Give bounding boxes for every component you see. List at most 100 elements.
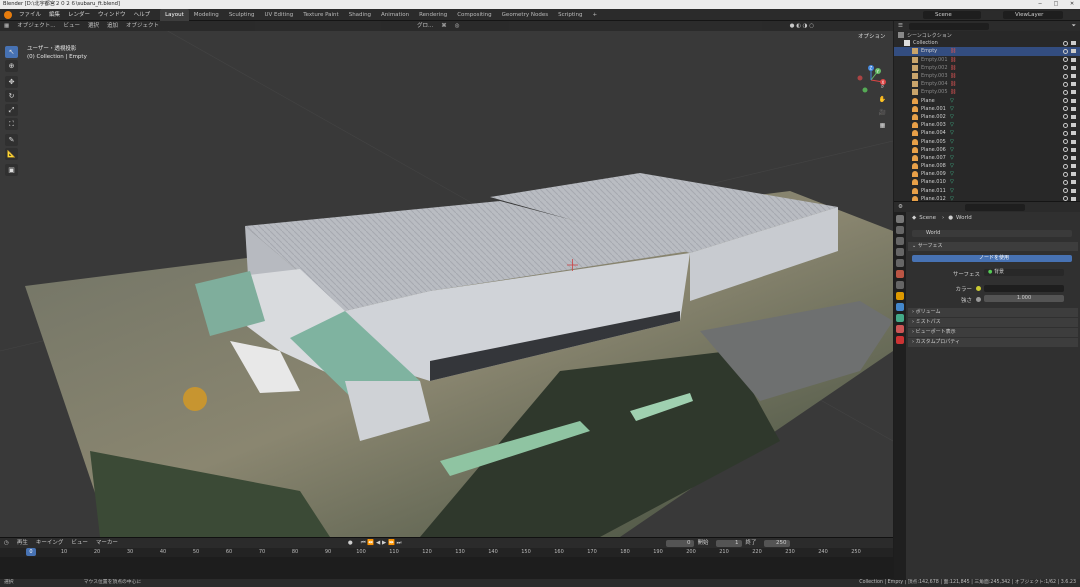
record-icon[interactable]: ● (344, 538, 357, 548)
outliner-item[interactable]: Empty ⛓ (894, 47, 1080, 56)
view-menu[interactable]: ビュー (59, 21, 84, 31)
render-camera-icon[interactable] (1071, 41, 1076, 46)
collection-row[interactable]: Collection (894, 39, 1080, 47)
outliner-search-input[interactable] (908, 22, 989, 30)
world-datablock-field[interactable]: World (912, 230, 1072, 237)
tab-sculpting[interactable]: Sculpting (224, 9, 260, 21)
view-layer-tab-icon[interactable] (896, 248, 904, 256)
render-camera-icon[interactable] (1071, 164, 1076, 169)
keying-menu[interactable]: キーイング (32, 538, 68, 548)
render-camera-icon[interactable] (1071, 139, 1076, 144)
3d-viewport[interactable]: ▦ オブジェクト... ビュー 選択 追加 オブジェクト グロ... ⌘ ◎ ●… (0, 21, 893, 537)
outliner-item[interactable]: Plane.004 ▽ (894, 129, 1080, 137)
outliner-item[interactable]: Empty.004 ⛓ (894, 80, 1080, 88)
scale-tool-icon[interactable]: ⤢ (5, 104, 18, 116)
add-workspace-button[interactable]: + (588, 9, 603, 21)
outliner-item[interactable]: Plane.009 ▽ (894, 170, 1080, 178)
timeline[interactable]: ◷ 再生 キーイング ビュー マーカー ● ⏮ ⏪ ◀ ▶ ⏩ ⏭ 0 開始 1… (0, 537, 893, 579)
visibility-eye-icon[interactable] (1063, 139, 1068, 145)
render-camera-icon[interactable] (1071, 147, 1076, 152)
visibility-eye-icon[interactable] (1063, 81, 1068, 87)
mist-pass-panel-header[interactable]: › ミストパス (908, 318, 1078, 327)
visibility-eye-icon[interactable] (1063, 179, 1068, 185)
output-tab-icon[interactable] (896, 237, 904, 245)
add-menu[interactable]: 追加 (103, 21, 122, 31)
tab-shading[interactable]: Shading (344, 9, 376, 21)
move-tool-icon[interactable]: ✥ (5, 76, 18, 88)
render-camera-icon[interactable] (1071, 82, 1076, 87)
menu-render[interactable]: レンダー (64, 9, 94, 21)
color-socket-icon[interactable] (976, 286, 981, 291)
playback-menu[interactable]: 再生 (13, 538, 32, 548)
strength-field[interactable]: 1.000 (984, 295, 1064, 302)
color-swatch[interactable] (984, 285, 1064, 292)
render-camera-icon[interactable] (1071, 65, 1076, 70)
physics-tab-icon[interactable] (896, 314, 904, 322)
editor-type-icon[interactable]: ▦ (0, 21, 13, 31)
outliner-item[interactable]: Plane.002 ▽ (894, 113, 1080, 121)
menu-window[interactable]: ウィンドウ (94, 9, 130, 21)
properties-editor[interactable]: ⚙ ◆ Scene › ● World World ⌄ サーフェス ノードを使用… (894, 201, 1080, 580)
visibility-eye-icon[interactable] (1063, 122, 1068, 128)
select-menu[interactable]: 選択 (84, 21, 103, 31)
outliner-item[interactable]: Empty.003 ⛓ (894, 72, 1080, 80)
tab-rendering[interactable]: Rendering (414, 9, 452, 21)
viewport-shading-icons[interactable]: ● ◐ ◑ ○ (786, 21, 818, 31)
end-frame-field[interactable]: 250 (763, 539, 790, 547)
start-frame-field[interactable]: 1 (715, 539, 742, 547)
render-camera-icon[interactable] (1071, 49, 1076, 54)
collection-tab-icon[interactable] (896, 281, 904, 289)
tab-layout[interactable]: Layout (160, 8, 189, 21)
outliner-item[interactable]: Empty.005 ⛓ (894, 88, 1080, 96)
timeline-editor-icon[interactable]: ◷ (0, 538, 13, 548)
tab-texture-paint[interactable]: Texture Paint (298, 9, 344, 21)
menu-help[interactable]: ヘルプ (130, 9, 155, 21)
maximize-button[interactable]: □ (1048, 0, 1064, 9)
viewport-display-panel-header[interactable]: › ビューポート表示 (908, 328, 1078, 337)
filter-icon[interactable]: ⏷ (1072, 23, 1080, 30)
outliner-item[interactable]: Plane.006 ▽ (894, 146, 1080, 154)
visibility-eye-icon[interactable] (1063, 57, 1068, 63)
render-camera-icon[interactable] (1071, 114, 1076, 119)
outliner-item[interactable]: Plane.005 ▽ (894, 137, 1080, 145)
visibility-eye-icon[interactable] (1063, 106, 1068, 112)
tab-geometry-nodes[interactable]: Geometry Nodes (497, 9, 553, 21)
outliner-item[interactable]: Plane.010 ▽ (894, 178, 1080, 186)
strength-socket-icon[interactable] (976, 297, 981, 302)
render-camera-icon[interactable] (1071, 106, 1076, 111)
menu-file[interactable]: ファイル (15, 9, 45, 21)
blender-logo-icon[interactable] (4, 10, 12, 19)
surface-panel-header[interactable]: ⌄ サーフェス (908, 242, 1078, 251)
object-menu[interactable]: オブジェクト (122, 21, 163, 31)
annotate-tool-icon[interactable]: ✎ (5, 134, 18, 146)
playhead[interactable]: 0 (26, 548, 36, 556)
properties-search-input[interactable] (964, 203, 1025, 211)
snap-icon[interactable]: ⌘ (437, 21, 451, 31)
current-frame-field[interactable]: 0 (665, 539, 694, 547)
visibility-eye-icon[interactable] (1063, 188, 1068, 194)
tab-modeling[interactable]: Modeling (189, 9, 224, 21)
modifier-tab-icon[interactable] (896, 303, 904, 311)
properties-editor-icon[interactable]: ⚙ (898, 204, 903, 210)
tool-tab-icon[interactable] (896, 215, 904, 223)
constraints-tab-icon[interactable] (896, 325, 904, 333)
view-layer-selector[interactable]: ViewLayer (1003, 11, 1063, 19)
outliner-item[interactable]: Plane.008 ▽ (894, 162, 1080, 170)
render-camera-icon[interactable] (1071, 172, 1076, 177)
texture-tab-icon[interactable] (896, 336, 904, 344)
tab-compositing[interactable]: Compositing (452, 9, 496, 21)
visibility-eye-icon[interactable] (1063, 40, 1068, 46)
render-camera-icon[interactable] (1071, 90, 1076, 95)
outliner-editor-icon[interactable]: ☰ (898, 23, 903, 29)
render-tab-icon[interactable] (896, 226, 904, 234)
outliner-item[interactable]: Plane.011 ▽ (894, 187, 1080, 195)
render-camera-icon[interactable] (1071, 188, 1076, 193)
visibility-eye-icon[interactable] (1063, 89, 1068, 95)
visibility-eye-icon[interactable] (1063, 163, 1068, 169)
select-tool-icon[interactable]: ↖ (5, 46, 18, 58)
scene-selector[interactable]: Scene (923, 11, 981, 19)
minimize-button[interactable]: ─ (1032, 0, 1048, 9)
proportional-edit-icon[interactable]: ◎ (451, 21, 464, 31)
cursor-tool-icon[interactable]: ⊕ (5, 60, 18, 72)
world-tab-icon[interactable] (896, 270, 904, 278)
